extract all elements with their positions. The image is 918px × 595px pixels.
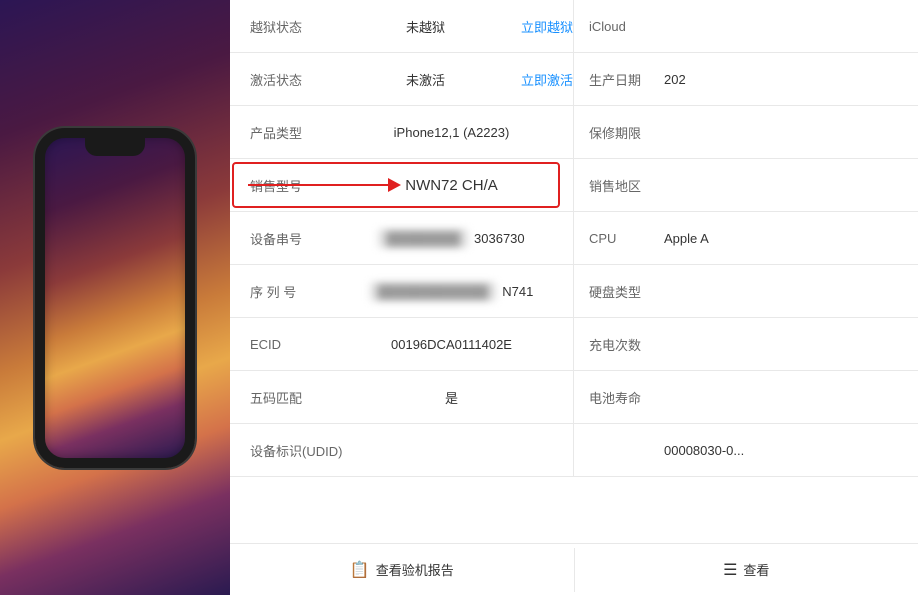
view-inspection-button[interactable]: 📋 查看验机报告 (230, 548, 575, 592)
table-row: 序 列 号 ████████████ N741 硬盘类型 (230, 265, 918, 318)
info-table: 越狱状态 未越狱 立即越狱 iCloud 激活状态 未激活 立即激活 生产日期 … (230, 0, 918, 595)
label-fivecode: 五码匹配 (230, 388, 320, 407)
label-sales: 销售型号 (230, 176, 320, 195)
table-row-sales: 销售型号 NWN72 CH/A 销售地区 (230, 159, 918, 212)
left-cell-serial-device: 设备串号 ████████ 3036730 (230, 212, 574, 264)
right-value-manufacture: 202 (654, 72, 918, 87)
table-row: 激活状态 未激活 立即激活 生产日期 202 (230, 53, 918, 106)
blurred-seq: ████████████ (370, 282, 497, 301)
seq-suffix: N741 (502, 284, 533, 299)
right-cell-battery: 电池寿命 (574, 371, 918, 423)
right-cell-warranty: 保修期限 (574, 106, 918, 158)
table-row: 产品类型 iPhone12,1 (A2223) 保修期限 (230, 106, 918, 159)
right-label-manufacture: 生产日期 (574, 70, 654, 89)
table-row: 越狱状态 未越狱 立即越狱 iCloud (230, 0, 918, 53)
right-cell-charge: 充电次数 (574, 318, 918, 370)
value-fivecode: 是 (320, 388, 573, 407)
label-seq: 序 列 号 (230, 282, 320, 301)
label-jailbreak: 越狱状态 (230, 17, 320, 36)
value-product: iPhone12,1 (A2223) (320, 125, 573, 140)
left-cell-product: 产品类型 iPhone12,1 (A2223) (230, 106, 574, 158)
link-activation[interactable]: 立即激活 (521, 70, 573, 89)
value-jailbreak: 未越狱 (320, 17, 521, 36)
right-label-cpu: CPU (574, 231, 654, 246)
right-label-warranty: 保修期限 (574, 123, 654, 142)
right-label-icloud: iCloud (574, 19, 654, 34)
table-row: 设备标识(UDID) 00008030-0... (230, 424, 918, 477)
label-serial-device: 设备串号 (230, 229, 320, 248)
inspection-icon: 📋 (350, 560, 370, 580)
phone-panel (0, 0, 230, 595)
value-ecid: 00196DCA0111402E (320, 337, 573, 352)
serial-suffix: 3036730 (474, 231, 525, 246)
label-ecid: ECID (230, 337, 320, 352)
right-cell-icloud: iCloud (574, 0, 918, 52)
left-cell-sales: 销售型号 NWN72 CH/A (230, 159, 574, 211)
right-label-battery: 电池寿命 (574, 388, 654, 407)
label-activation: 激活状态 (230, 70, 320, 89)
left-cell-activation: 激活状态 未激活 立即激活 (230, 53, 574, 105)
inspection-label: 查看验机报告 (376, 560, 454, 579)
label-udid: 设备标识(UDID) (230, 441, 350, 460)
blurred-serial: ████████ (378, 229, 468, 248)
table-row: 设备串号 ████████ 3036730 CPU Apple A (230, 212, 918, 265)
view-more-label: 查看 (743, 560, 769, 579)
value-activation: 未激活 (320, 70, 521, 89)
link-jailbreak[interactable]: 立即越狱 (521, 17, 573, 36)
right-cell-manufacture: 生产日期 202 (574, 53, 918, 105)
right-value-cpu: Apple A (654, 231, 918, 246)
right-cell-udid-value: 00008030-0... (574, 424, 918, 476)
right-label-disk: 硬盘类型 (574, 282, 654, 301)
right-label-region: 销售地区 (574, 176, 654, 195)
value-seq-blurred: ████████████ N741 (320, 282, 573, 301)
right-label-charge: 充电次数 (574, 335, 654, 354)
bottom-buttons-row: 📋 查看验机报告 ☰ 查看 (230, 543, 918, 595)
phone-notch (85, 138, 145, 156)
table-row: 五码匹配 是 电池寿命 (230, 371, 918, 424)
value-sales: NWN72 CH/A (320, 177, 573, 194)
left-cell-ecid: ECID 00196DCA0111402E (230, 318, 574, 370)
label-product: 产品类型 (230, 123, 320, 142)
value-serial-device-blurred: ████████ 3036730 (320, 229, 573, 248)
phone-frame (35, 128, 195, 468)
right-cell-cpu: CPU Apple A (574, 212, 918, 264)
left-cell-seq: 序 列 号 ████████████ N741 (230, 265, 574, 317)
left-cell-jailbreak: 越狱状态 未越狱 立即越狱 (230, 0, 574, 52)
table-row: ECID 00196DCA0111402E 充电次数 (230, 318, 918, 371)
list-icon: ☰ (723, 560, 737, 580)
left-cell-udid: 设备标识(UDID) (230, 424, 574, 476)
left-cell-fivecode: 五码匹配 是 (230, 371, 574, 423)
right-value-udid: 00008030-0... (654, 443, 918, 458)
right-cell-region: 销售地区 (574, 159, 918, 211)
right-cell-disk: 硬盘类型 (574, 265, 918, 317)
view-more-button[interactable]: ☰ 查看 (575, 548, 918, 592)
info-panel: 越狱状态 未越狱 立即越狱 iCloud 激活状态 未激活 立即激活 生产日期 … (230, 0, 918, 595)
